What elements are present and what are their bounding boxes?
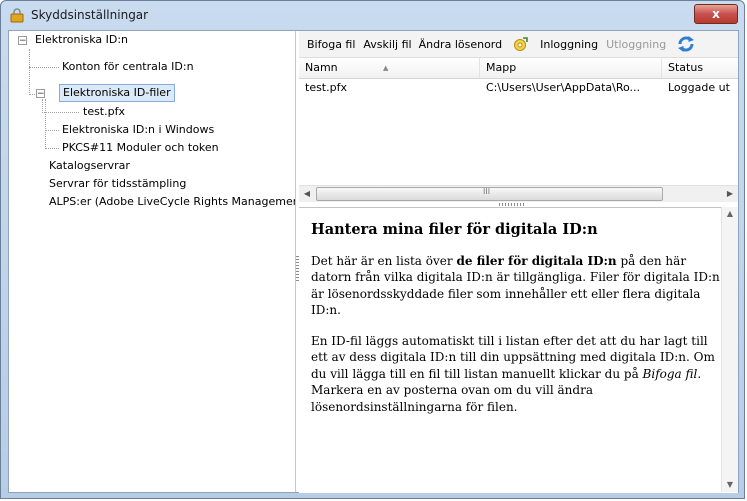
password-settings-icon[interactable]: [512, 36, 528, 52]
tree-connector: [45, 99, 46, 149]
refresh-icon[interactable]: [676, 34, 696, 54]
grip-icon: III: [483, 187, 491, 196]
tree-connector: [42, 99, 43, 111]
column-header-name[interactable]: Namn ▲: [299, 58, 480, 78]
cell-folder: C:\Users\User\AppData\Ro...: [486, 81, 641, 94]
close-icon: x: [712, 7, 720, 21]
scroll-down-icon[interactable]: ▼: [722, 478, 738, 492]
right-panel: Bifoga fil Avskilj fil Ändra lösenord In…: [299, 31, 738, 493]
login-button[interactable]: Inloggning: [540, 38, 598, 51]
horizontal-splitter[interactable]: [499, 203, 525, 206]
lock-icon: [10, 8, 24, 23]
help-pane: Hantera mina filer för digitala ID:n Det…: [299, 207, 738, 493]
id-file-table: Namn ▲ Mapp Status test.pfx C:\Users\Use…: [299, 57, 738, 186]
column-header-label: Mapp: [486, 61, 517, 74]
help-text: Det här är en lista över: [311, 253, 457, 268]
tree-item-windows-ids[interactable]: Elektroniska ID:n i Windows: [62, 121, 214, 139]
tree-connector: [29, 49, 30, 95]
logout-button[interactable]: Utloggning: [606, 38, 666, 51]
table-header: Namn ▲ Mapp Status: [299, 58, 738, 79]
tree-item-central-id-accounts[interactable]: Konton för centrala ID:n: [62, 58, 194, 76]
cell-status: Loggade ut: [668, 81, 730, 94]
collapse-icon[interactable]: −: [36, 89, 45, 99]
scroll-right-icon[interactable]: ▶: [723, 187, 737, 200]
cell-name: test.pfx: [305, 81, 347, 94]
scroll-up-icon[interactable]: ▲: [722, 207, 738, 221]
scrollbar-thumb[interactable]: III: [316, 187, 663, 201]
attach-file-button[interactable]: Bifoga fil: [307, 38, 355, 51]
tree-item-pkcs11-modules[interactable]: PKCS#11 Moduler och token: [62, 139, 219, 157]
help-paragraph: Det här är en lista över de filer för di…: [311, 253, 723, 319]
security-settings-window: Skyddsinställningar x − Elektroniska ID:…: [0, 0, 745, 499]
detach-file-button[interactable]: Avskilj fil: [363, 38, 411, 51]
window-title: Skyddsinställningar: [31, 8, 149, 22]
client-area: − Elektroniska ID:n Konton för centrala …: [8, 30, 739, 493]
vertical-scrollbar[interactable]: ▲ ▼: [721, 207, 738, 492]
help-bold-text: de filer för digitala ID:n: [456, 253, 617, 268]
sort-ascending-icon: ▲: [383, 64, 389, 72]
close-button[interactable]: x: [694, 4, 738, 24]
table-row[interactable]: test.pfx C:\Users\User\AppData\Ro... Log…: [299, 79, 738, 97]
help-content: Hantera mina filer för digitala ID:n Det…: [311, 221, 723, 429]
column-header-folder[interactable]: Mapp: [480, 58, 662, 78]
tree-item-test-pfx[interactable]: test.pfx: [83, 103, 125, 121]
help-italic-text: Bifoga fil: [642, 366, 698, 381]
tree-item-electronic-ids[interactable]: Elektroniska ID:n: [35, 31, 128, 49]
column-header-label: Status: [668, 61, 704, 74]
tree-item-directory-servers[interactable]: Katalogservrar: [49, 157, 130, 175]
change-password-button[interactable]: Ändra lösenord: [419, 38, 503, 51]
help-title: Hantera mina filer för digitala ID:n: [311, 221, 598, 238]
column-header-label: Namn: [305, 61, 338, 74]
tree-item-alps[interactable]: ALPS:er (Adobe LiveCycle Rights Manageme…: [49, 193, 295, 211]
horizontal-scrollbar[interactable]: ◀ III ▶: [299, 185, 738, 202]
tree-item-electronic-id-files[interactable]: Elektroniska ID-filer: [59, 84, 175, 102]
title-bar[interactable]: Skyddsinställningar x: [1, 1, 744, 29]
column-header-status[interactable]: Status: [662, 58, 738, 78]
tree-connector: [42, 112, 79, 113]
tree-connector: [29, 67, 59, 68]
scroll-left-icon[interactable]: ◀: [300, 187, 314, 200]
toolbar: Bifoga fil Avskilj fil Ändra lösenord In…: [299, 31, 738, 57]
help-paragraph: En ID-fil läggs automatiskt till i lista…: [311, 333, 723, 416]
collapse-icon[interactable]: −: [18, 36, 27, 46]
tree-item-timestamp-servers[interactable]: Servrar för tidsstämpling: [49, 175, 186, 193]
tree-connector: [45, 130, 59, 131]
settings-tree: − Elektroniska ID:n Konton för centrala …: [9, 31, 296, 492]
tree-connector: [45, 148, 59, 149]
